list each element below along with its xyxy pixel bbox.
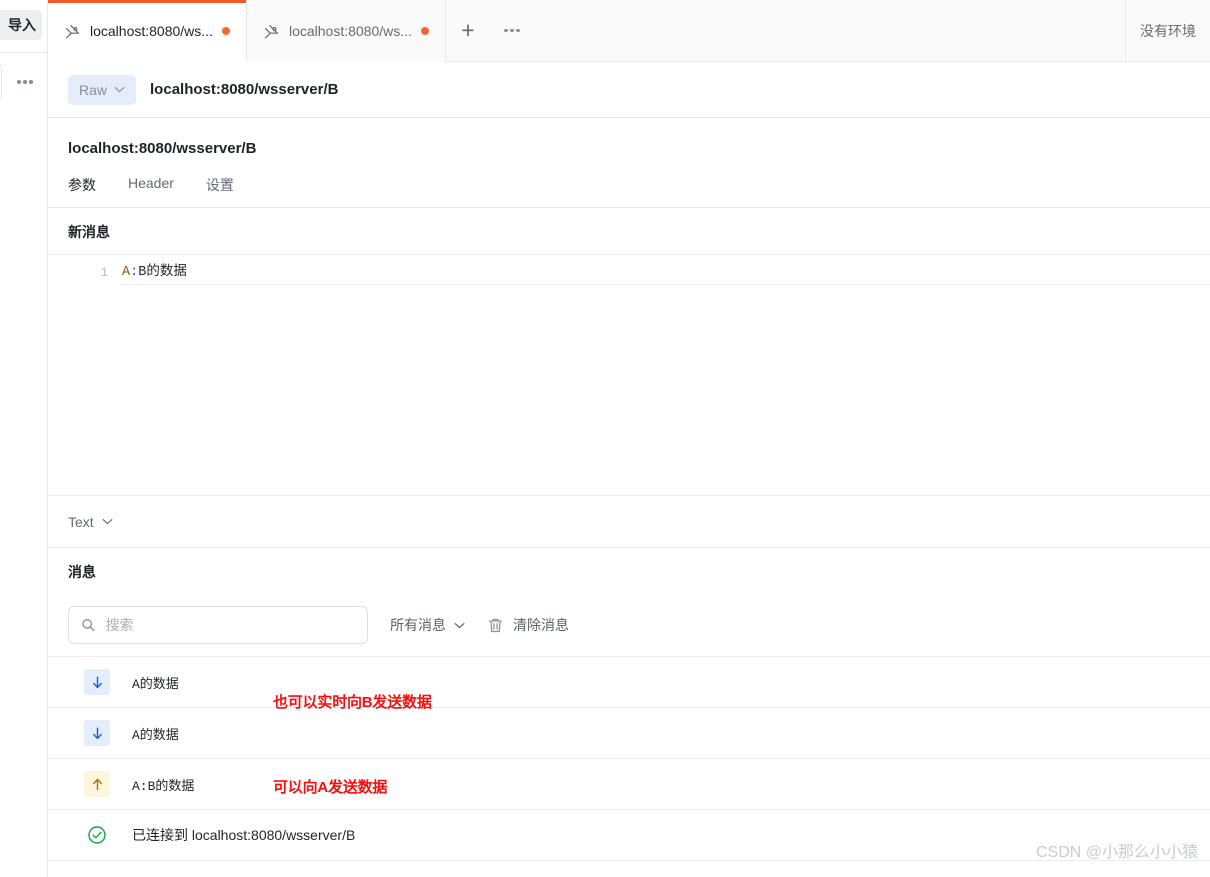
editor-footer: Text bbox=[48, 495, 1210, 547]
plus-icon: + bbox=[461, 17, 475, 43]
tab-label: localhost:8080/ws... bbox=[90, 23, 213, 39]
new-message-title: 新消息 bbox=[48, 208, 1210, 254]
message-list: A的数据 A的数据 A:B的数据 已连接到 localhost:8080/wss… bbox=[48, 656, 1210, 861]
sidebar-panel-stub bbox=[0, 64, 2, 100]
editor-content[interactable]: A:B的数据 bbox=[120, 255, 1210, 495]
unsaved-dot-icon bbox=[420, 27, 429, 35]
chevron-down-icon bbox=[114, 87, 125, 93]
tab-header[interactable]: Header bbox=[128, 175, 174, 207]
message-type-select[interactable]: Text bbox=[68, 514, 113, 530]
message-format-label: Raw bbox=[79, 81, 108, 98]
line-number: 1 bbox=[100, 266, 108, 280]
environment-label: 没有环境 bbox=[1140, 22, 1196, 39]
app-root: 导入 localhost:8080/ws... localhost:8080/w… bbox=[0, 0, 1210, 877]
message-row-connected[interactable]: 已连接到 localhost:8080/wsserver/B bbox=[48, 810, 1210, 861]
editor-token-colon: : bbox=[130, 265, 139, 280]
sidebar-more-button[interactable] bbox=[12, 70, 38, 94]
tab-label: localhost:8080/ws... bbox=[288, 23, 412, 39]
websocket-icon bbox=[65, 24, 80, 38]
tab-overflow-button[interactable] bbox=[489, 0, 534, 61]
message-filter-label: 所有消息 bbox=[390, 617, 446, 633]
main-column: localhost:8080/ws... localhost:8080/ws..… bbox=[48, 0, 1210, 877]
trash-icon bbox=[488, 618, 503, 632]
message-text: A:B的数据 bbox=[132, 778, 195, 794]
message-filter-select[interactable]: 所有消息 bbox=[390, 615, 465, 635]
message-text: A的数据 bbox=[132, 727, 179, 743]
tab-settings[interactable]: 设置 bbox=[206, 175, 234, 207]
message-row-sent-1[interactable]: A:B的数据 bbox=[48, 759, 1210, 810]
tab-params[interactable]: 参数 bbox=[68, 175, 96, 207]
search-input[interactable] bbox=[105, 617, 355, 633]
message-text: 已连接到 localhost:8080/wsserver/B bbox=[132, 827, 356, 843]
search-box[interactable] bbox=[68, 606, 368, 644]
search-icon bbox=[82, 619, 95, 632]
message-row-received-1[interactable]: A的数据 bbox=[48, 657, 1210, 708]
arrow-up-icon bbox=[84, 771, 110, 797]
editor-line-1: A:B的数据 bbox=[120, 262, 1210, 285]
import-button-label: 导入 bbox=[8, 17, 36, 33]
more-horizontal-icon bbox=[17, 80, 33, 84]
check-circle-icon bbox=[84, 822, 110, 848]
editor-token-value: B的数据 bbox=[138, 265, 187, 280]
request-subtabs: 参数 Header 设置 bbox=[48, 157, 1210, 208]
tab-params-label: 参数 bbox=[68, 177, 96, 193]
chevron-down-icon bbox=[102, 519, 113, 525]
clear-messages-button[interactable]: 清除消息 bbox=[487, 615, 569, 635]
new-message-editor-wrap: 1 A:B的数据 Text bbox=[48, 254, 1210, 547]
unsaved-dot-icon bbox=[221, 27, 230, 35]
message-text: A的数据 bbox=[132, 676, 179, 692]
sidebar-divider bbox=[0, 52, 48, 53]
websocket-icon bbox=[264, 24, 279, 38]
chevron-down-icon bbox=[454, 622, 465, 628]
message-type-label: Text bbox=[68, 513, 94, 530]
arrow-down-icon bbox=[84, 669, 110, 695]
tab-settings-label: 设置 bbox=[205, 177, 234, 193]
url-bar: Raw localhost:8080/wsserver/B bbox=[48, 62, 1210, 118]
more-horizontal-icon bbox=[504, 28, 520, 33]
tab-bar-spacer bbox=[533, 0, 1126, 61]
tab-bar: localhost:8080/ws... localhost:8080/ws..… bbox=[48, 0, 1210, 62]
tab-websocket-1[interactable]: localhost:8080/ws... bbox=[48, 0, 247, 62]
clear-messages-label: 清除消息 bbox=[513, 617, 569, 633]
page-title: localhost:8080/wsserver/B bbox=[68, 140, 257, 157]
message-format-select[interactable]: Raw bbox=[68, 74, 137, 105]
request-url[interactable]: localhost:8080/wsserver/B bbox=[150, 81, 338, 98]
import-button[interactable]: 导入 bbox=[0, 10, 42, 40]
arrow-down-icon bbox=[84, 720, 110, 746]
messages-section: 消息 所有消息 bbox=[48, 547, 1210, 877]
messages-toolbar: 所有消息 清除消息 bbox=[48, 594, 1210, 656]
left-sidebar: 导入 bbox=[0, 0, 48, 877]
environment-selector[interactable]: 没有环境 bbox=[1126, 0, 1210, 61]
message-row-received-2[interactable]: A的数据 bbox=[48, 708, 1210, 759]
tab-header-label: Header bbox=[128, 175, 174, 191]
editor-gutter: 1 bbox=[48, 255, 120, 495]
request-header: localhost:8080/wsserver/B bbox=[48, 118, 1210, 157]
new-message-editor[interactable]: 1 A:B的数据 bbox=[48, 255, 1210, 495]
editor-token-key: A bbox=[122, 265, 131, 280]
messages-title: 消息 bbox=[48, 548, 1210, 594]
new-tab-button[interactable]: + bbox=[445, 0, 490, 61]
tab-websocket-2[interactable]: localhost:8080/ws... bbox=[246, 0, 446, 62]
